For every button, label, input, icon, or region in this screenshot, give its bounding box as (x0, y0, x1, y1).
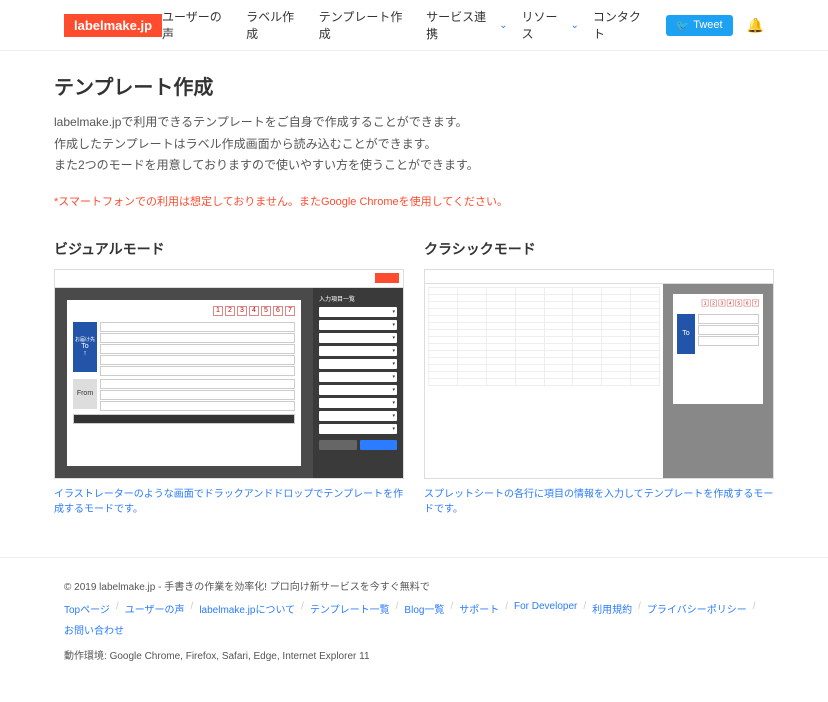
visual-mode-title: ビジュアルモード (54, 239, 404, 259)
classic-mode-section: クラシックモード (424, 239, 774, 517)
twitter-icon: 🐦 (676, 19, 690, 32)
header: labelmake.jp ユーザーの声 ラベル作成 テンプレート作成 サービス連… (0, 0, 828, 51)
footer-link-about[interactable]: labelmake.jpについて (199, 601, 295, 616)
footer-environment: 動作環境: Google Chrome, Firefox, Safari, Ed… (64, 647, 764, 662)
nav-label-create[interactable]: ラベル作成 (246, 8, 305, 42)
bell-icon[interactable]: 🔔 (747, 17, 764, 34)
visual-mode-preview[interactable]: 1234567 お届け先To↑ From (54, 269, 404, 479)
footer-link-inquiry[interactable]: お問い合わせ (64, 622, 124, 637)
footer-link-voice[interactable]: ユーザーの声 (125, 601, 185, 616)
nav-service-link[interactable]: サービス連携⌄ (426, 8, 507, 42)
nav-resource[interactable]: リソース⌄ (522, 8, 579, 42)
nav-contact[interactable]: コンタクト (593, 8, 652, 42)
classic-mode-caption: スプレットシートの各行に項目の情報を入力してテンプレートを作成するモードです。 (424, 487, 774, 517)
chevron-down-icon: ⌄ (571, 20, 579, 31)
footer-link-top[interactable]: Topページ (64, 601, 110, 616)
chevron-down-icon: ⌄ (499, 20, 507, 31)
footer-copyright: © 2019 labelmake.jp - 手書きの作業を効率化! プロ向け新サ… (64, 578, 764, 593)
classic-mode-preview[interactable]: 1234567 To (424, 269, 774, 479)
page-description: labelmake.jpで利用できるテンプレートをご自身で作成することができます… (54, 112, 774, 177)
page-title: テンプレート作成 (54, 71, 774, 100)
footer: © 2019 labelmake.jp - 手書きの作業を効率化! プロ向け新サ… (0, 557, 828, 702)
footer-link-terms[interactable]: 利用規約 (592, 601, 632, 616)
nav-template-create[interactable]: テンプレート作成 (319, 8, 412, 42)
footer-link-blog[interactable]: Blog一覧 (404, 601, 444, 616)
footer-link-support[interactable]: サポート (459, 601, 499, 616)
main: テンプレート作成 labelmake.jpで利用できるテンプレートをご自身で作成… (54, 51, 774, 557)
nav: ユーザーの声 ラベル作成 テンプレート作成 サービス連携⌄ リソース⌄ コンタク… (162, 8, 764, 42)
footer-links: Topページ/ ユーザーの声/ labelmake.jpについて/ テンプレート… (64, 601, 764, 637)
footer-link-privacy[interactable]: プライバシーポリシー (647, 601, 747, 616)
nav-users-voice[interactable]: ユーザーの声 (162, 8, 232, 42)
footer-link-developer[interactable]: For Developer (514, 601, 577, 616)
tweet-button[interactable]: 🐦Tweet (666, 15, 733, 36)
classic-mode-title: クラシックモード (424, 239, 774, 259)
visual-mode-caption: イラストレーターのような画面でドラックアンドドロップでテンプレートを作成するモー… (54, 487, 404, 517)
logo[interactable]: labelmake.jp (64, 14, 162, 37)
warning-text: *スマートフォンでの利用は想定しておりません。またGoogle Chromeを使… (54, 193, 774, 209)
footer-link-templates[interactable]: テンプレート一覧 (310, 601, 390, 616)
visual-mode-section: ビジュアルモード 1234567 お届け先To↑ (54, 239, 404, 517)
